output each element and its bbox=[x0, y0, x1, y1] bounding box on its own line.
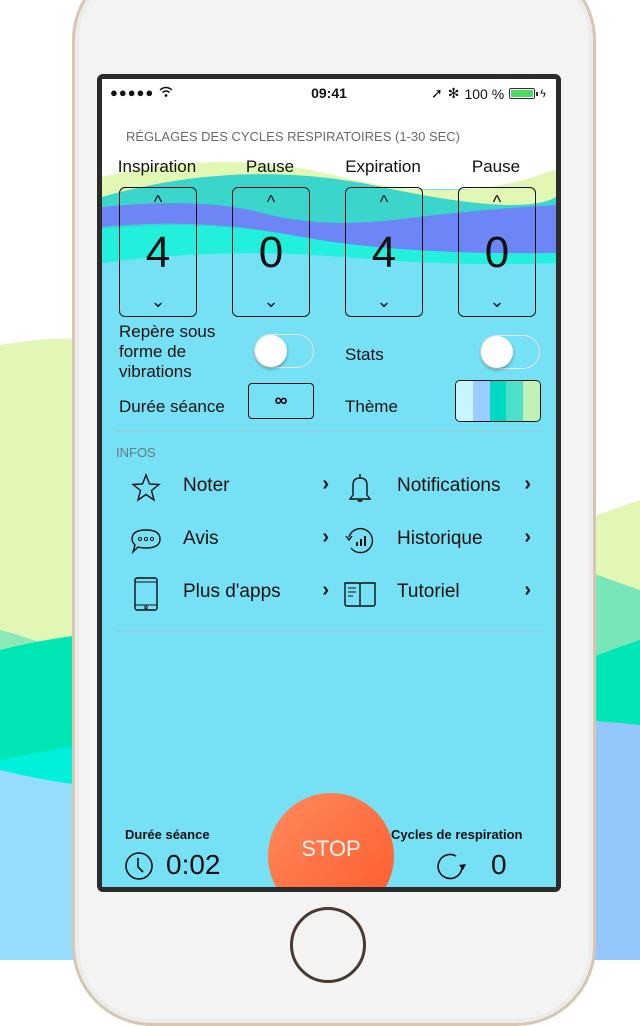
decrement-button[interactable]: ⌄ bbox=[120, 291, 196, 312]
theme-swatch bbox=[456, 381, 473, 421]
decrement-button[interactable]: ⌄ bbox=[459, 291, 535, 312]
picker-expiration[interactable]: ^ 4 ⌄ bbox=[345, 187, 423, 317]
label-expiration: Expiration bbox=[345, 157, 421, 176]
theme-label: Thème bbox=[345, 397, 398, 416]
star-icon bbox=[131, 473, 161, 502]
section-title: RÉGLAGES DES CYCLES RESPIRATOIRES (1-30 … bbox=[126, 129, 461, 144]
vibration-label-line: Repère sous bbox=[119, 322, 216, 341]
menu-item-notifications[interactable]: Notifications › bbox=[343, 467, 531, 507]
picker-inspiration[interactable]: ^ 4 ⌄ bbox=[119, 187, 197, 317]
menu-label: Avis bbox=[183, 528, 219, 549]
picker-value: 4 bbox=[145, 228, 171, 277]
session-duration-value: 0:02 bbox=[166, 849, 221, 880]
picker-value: 4 bbox=[371, 228, 397, 277]
chevron-right-icon: › bbox=[524, 526, 531, 548]
chat-bubble-icon bbox=[131, 529, 161, 555]
bolt-icon: ϟ bbox=[540, 87, 546, 100]
stats-label: Stats bbox=[345, 345, 384, 364]
clock-icon bbox=[125, 852, 153, 880]
location-arrow-icon: ➚ bbox=[431, 85, 443, 101]
chevron-right-icon: › bbox=[524, 473, 531, 495]
decrement-button[interactable]: ⌄ bbox=[346, 291, 422, 312]
bell-icon bbox=[348, 474, 372, 502]
vibration-label-line: vibrations bbox=[119, 362, 192, 381]
chevron-right-icon: › bbox=[524, 579, 531, 601]
toggle-knob bbox=[481, 336, 513, 368]
toggle-knob bbox=[255, 335, 287, 367]
infos-title: INFOS bbox=[116, 445, 156, 460]
session-duration-label: Durée séance bbox=[125, 827, 210, 842]
theme-swatch bbox=[523, 381, 540, 421]
picker-pause-2[interactable]: ^ 0 ⌄ bbox=[458, 187, 536, 317]
menu-item-plus-apps[interactable]: Plus d'apps › bbox=[129, 573, 329, 613]
battery-icon bbox=[509, 88, 539, 99]
picker-value: 0 bbox=[484, 228, 510, 277]
picker-value: 0 bbox=[258, 228, 284, 277]
duration-button[interactable]: ∞ bbox=[248, 383, 314, 419]
increment-button[interactable]: ^ bbox=[459, 192, 535, 213]
theme-swatch bbox=[489, 381, 507, 421]
chevron-right-icon: › bbox=[322, 473, 329, 495]
home-button[interactable] bbox=[290, 907, 366, 983]
theme-swatch bbox=[472, 381, 490, 421]
chevron-right-icon: › bbox=[322, 526, 329, 548]
stop-button[interactable]: STOP bbox=[268, 793, 394, 887]
theme-button[interactable] bbox=[455, 380, 541, 422]
vibration-toggle[interactable] bbox=[254, 334, 314, 368]
battery-percent: 100 % bbox=[464, 85, 505, 102]
history-chart-icon bbox=[345, 527, 374, 554]
refresh-cycle-icon bbox=[437, 853, 466, 880]
phone-icon bbox=[134, 577, 158, 611]
breath-cycles-label: Cycles de respiration bbox=[391, 827, 523, 842]
duration-label: Durée séance bbox=[119, 397, 225, 416]
divider bbox=[116, 631, 542, 632]
breath-cycles-value: 0 bbox=[491, 849, 507, 880]
increment-button[interactable]: ^ bbox=[346, 192, 422, 213]
menu-label: Notifications bbox=[397, 475, 501, 496]
picker-pause-1[interactable]: ^ 0 ⌄ bbox=[232, 187, 310, 317]
increment-button[interactable]: ^ bbox=[120, 192, 196, 213]
vibration-label: Repère sous forme de vibrations bbox=[119, 322, 215, 382]
book-icon bbox=[344, 582, 376, 607]
menu-item-historique[interactable]: Historique › bbox=[343, 520, 531, 560]
label-inspiration: Inspiration bbox=[117, 157, 197, 176]
app-screen: ●●●●● 09:41 ➚ ✻ 100 % ϟ RÉGLAGES DES CYC… bbox=[102, 79, 556, 887]
menu-label: Plus d'apps bbox=[183, 581, 281, 602]
increment-button[interactable]: ^ bbox=[233, 192, 309, 213]
status-right: ➚ ✻ 100 % ϟ bbox=[431, 85, 546, 102]
menu-item-tutoriel[interactable]: Tutoriel › bbox=[343, 573, 531, 613]
label-pause-2: Pause bbox=[471, 157, 521, 176]
menu-label: Historique bbox=[397, 528, 483, 549]
bluetooth-icon: ✻ bbox=[447, 85, 460, 101]
theme-swatch bbox=[506, 381, 524, 421]
vibration-label-line: forme de bbox=[119, 342, 187, 361]
divider bbox=[116, 431, 542, 432]
menu-item-avis[interactable]: Avis › bbox=[129, 520, 329, 560]
decrement-button[interactable]: ⌄ bbox=[233, 291, 309, 312]
label-pause-1: Pause bbox=[245, 157, 295, 176]
menu-label: Noter bbox=[183, 475, 230, 496]
status-bar: ●●●●● 09:41 ➚ ✻ 100 % ϟ bbox=[102, 79, 556, 107]
battery-fill bbox=[511, 90, 534, 97]
stats-toggle[interactable] bbox=[480, 335, 540, 369]
screen-bezel: ●●●●● 09:41 ➚ ✻ 100 % ϟ RÉGLAGES DES CYC… bbox=[97, 74, 561, 892]
menu-item-noter[interactable]: Noter › bbox=[129, 467, 329, 507]
menu-label: Tutoriel bbox=[397, 581, 460, 602]
chevron-right-icon: › bbox=[322, 579, 329, 601]
bg-wave-blue-left bbox=[0, 770, 80, 960]
